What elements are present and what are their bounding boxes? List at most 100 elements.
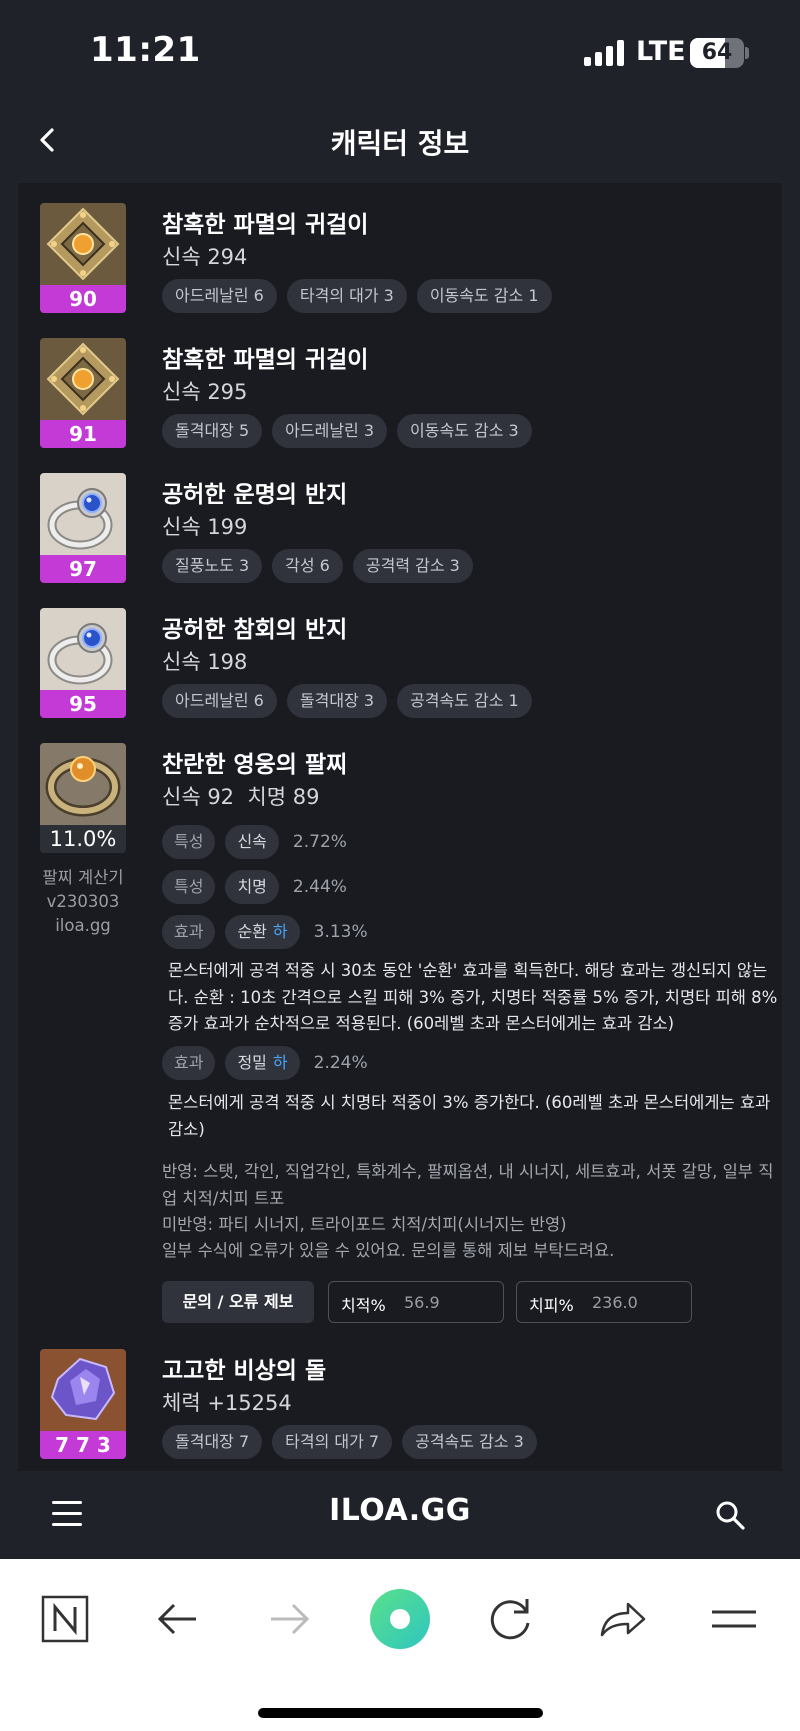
screen: 11:21 LTE 64 캐릭터 정보 90 참혹한 파멸의 귀걸이 신속 29… — [0, 0, 800, 1731]
battery-percent: 64 — [701, 40, 733, 65]
engraving-tag: 돌격대장 5 — [162, 414, 263, 448]
option-type-chip: 효과 — [162, 1046, 216, 1080]
engraving-tags: 질풍노도 3 각성 6 공격력 감소 3 — [162, 549, 473, 583]
option-grade: 하 — [272, 922, 288, 941]
engraving-tags: 돌격대장 7 타격의 대가 7 공격속도 감소 3 — [162, 1425, 537, 1459]
item-thumbnail: 11.0% — [40, 743, 126, 853]
naver-n-icon — [41, 1595, 89, 1643]
bracelet-option: 효과 순환 하 3.13% — [162, 915, 368, 949]
status-time: 11:21 — [90, 30, 201, 70]
menu-icon — [712, 1610, 756, 1628]
item-name: 참혹한 파멸의 귀걸이 — [162, 212, 369, 238]
bracelet-option: 특성 치명 2.44% — [162, 870, 347, 904]
calc-note-disclaimer: 일부 수식에 오류가 있을 수 있어요. 문의를 통해 제보 부탁드려요. — [162, 1241, 615, 1260]
engraving-tags: 아드레날린 6 타격의 대가 3 이동속도 감소 1 — [162, 279, 552, 313]
calc-site: iloa.gg — [55, 916, 111, 935]
engraving-tag: 공격속도 감소 1 — [397, 684, 532, 718]
bracelet-icon — [40, 743, 126, 825]
forward-nav-button[interactable] — [259, 1589, 319, 1649]
arrow-left-icon — [157, 1603, 196, 1635]
green-dot-button[interactable] — [370, 1589, 430, 1649]
calc-version: v230303 — [46, 892, 120, 911]
back-nav-button[interactable] — [148, 1589, 208, 1649]
earring-icon — [40, 338, 126, 420]
accessory-item[interactable]: 91 참혹한 파멸의 귀걸이 신속 295 돌격대장 5 아드레날린 3 이동속… — [40, 338, 780, 448]
engraving-tag: 아드레날린 6 — [162, 684, 277, 718]
search-icon[interactable] — [714, 1499, 746, 1531]
option-grade: 하 — [272, 1053, 288, 1072]
ability-stone-icon — [40, 1349, 126, 1431]
browser-menu-button[interactable] — [704, 1589, 764, 1649]
network-type: LTE — [636, 36, 686, 67]
report-error-button[interactable]: 문의 / 오류 제보 — [162, 1281, 314, 1323]
hamburger-menu-icon[interactable] — [52, 1501, 82, 1527]
equipment-panel: 90 참혹한 파멸의 귀걸이 신속 294 아드레날린 6 타격의 대가 3 이… — [18, 183, 782, 1471]
ring-icon — [40, 608, 126, 690]
crit-rate-input[interactable]: 치적% 56.9 — [328, 1281, 504, 1323]
item-stat: 신속 198 — [162, 650, 248, 674]
bracelet-option: 특성 신속 2.72% — [162, 825, 347, 859]
option-name: 신속 — [237, 832, 267, 851]
naver-home-button[interactable] — [35, 1589, 95, 1649]
home-indicator — [258, 1708, 543, 1718]
option-value: 2.72% — [292, 832, 347, 852]
engraving-tag: 공격력 감소 3 — [352, 549, 473, 583]
arrow-right-icon — [271, 1603, 310, 1635]
accessory-item[interactable]: 90 참혹한 파멸의 귀걸이 신속 294 아드레날린 6 타격의 대가 3 이… — [40, 203, 780, 313]
battery-icon: 64 — [690, 38, 744, 68]
engraving-tag: 타격의 대가 7 — [272, 1425, 393, 1459]
engraving-tag: 공격속도 감소 3 — [402, 1425, 537, 1459]
option-value: 3.13% — [313, 922, 368, 942]
calc-title: 팔찌 계산기 — [42, 868, 124, 887]
accessory-item[interactable]: 95 공허한 참회의 반지 신속 198 아드레날린 6 돌격대장 3 공격속도… — [40, 608, 780, 718]
option-name-chip: 신속 — [225, 825, 279, 859]
share-button[interactable] — [592, 1589, 652, 1649]
battery-tip — [745, 47, 749, 59]
engraving-tag: 타격의 대가 3 — [286, 279, 407, 313]
crit-damage-input[interactable]: 치피% 236.0 — [516, 1281, 692, 1323]
item-stat: 신속 295 — [162, 380, 248, 404]
status-bar: 11:21 LTE 64 — [0, 0, 800, 100]
option-description: 몬스터에게 공격 적중 시 치명타 적중이 3% 증가한다. (60레벨 초과 … — [168, 1093, 771, 1139]
quality-badge: 90 — [40, 285, 126, 313]
engraving-tag: 돌격대장 7 — [162, 1425, 263, 1459]
engraving-tag: 질풍노도 3 — [162, 549, 263, 583]
engraving-tag: 이동속도 감소 3 — [397, 414, 532, 448]
option-name: 순환 — [237, 922, 267, 941]
item-stat: 신속 294 — [162, 245, 248, 269]
site-logo[interactable]: ILOA.GG — [300, 1493, 500, 1528]
accessory-item[interactable]: 97 공허한 운명의 반지 신속 199 질풍노도 3 각성 6 공격력 감소 … — [40, 473, 780, 583]
ability-stone-item[interactable]: 7 7 3 고고한 비상의 돌 체력 +15254 돌격대장 7 타격의 대가 … — [40, 1349, 780, 1459]
option-name-chip: 치명 — [225, 870, 279, 904]
crit-rate-value: 56.9 — [404, 1293, 440, 1312]
crit-rate-label: 치적% — [341, 1296, 386, 1315]
bracelet-efficiency-badge: 11.0% — [40, 825, 126, 853]
calc-note-not-applied: 미반영: 파티 시너지, 트라이포드 치적/치피(시너지는 반영) — [162, 1215, 567, 1234]
item-name: 공허한 운명의 반지 — [162, 482, 348, 508]
option-name-chip: 순환 하 — [225, 915, 300, 949]
item-thumbnail: 90 — [40, 203, 126, 313]
item-stat: 체력 +15254 — [162, 1391, 292, 1415]
engraving-tags: 아드레날린 6 돌격대장 3 공격속도 감소 1 — [162, 684, 532, 718]
item-name: 공허한 참회의 반지 — [162, 617, 348, 643]
option-name: 정밀 — [237, 1053, 267, 1072]
calc-note-applied: 반영: 스탯, 각인, 직업각인, 특화계수, 팔찌옵션, 내 시너지, 세트효… — [162, 1162, 774, 1208]
engraving-tag: 이동속도 감소 1 — [416, 279, 552, 313]
engraving-tag: 각성 6 — [272, 549, 343, 583]
option-description: 몬스터에게 공격 적중 시 30초 동안 '순환' 효과를 획득한다. 해당 효… — [168, 961, 778, 1033]
reload-button[interactable] — [480, 1589, 540, 1649]
item-name: 찬란한 영웅의 팔찌 — [162, 752, 348, 778]
engraving-tag: 아드레날린 6 — [162, 279, 277, 313]
item-thumbnail: 97 — [40, 473, 126, 583]
quality-badge: 95 — [40, 690, 126, 718]
stone-level-badge: 7 7 3 — [40, 1431, 126, 1459]
option-type-chip: 효과 — [162, 915, 216, 949]
ring-icon — [40, 473, 126, 555]
option-type-chip: 특성 — [162, 825, 216, 859]
page-title: 캐릭터 정보 — [330, 127, 470, 160]
engraving-tag: 돌격대장 3 — [286, 684, 388, 718]
share-icon — [600, 1602, 646, 1637]
reload-icon — [490, 1599, 530, 1640]
item-thumbnail: 7 7 3 — [40, 1349, 126, 1459]
crit-damage-value: 236.0 — [592, 1293, 638, 1312]
